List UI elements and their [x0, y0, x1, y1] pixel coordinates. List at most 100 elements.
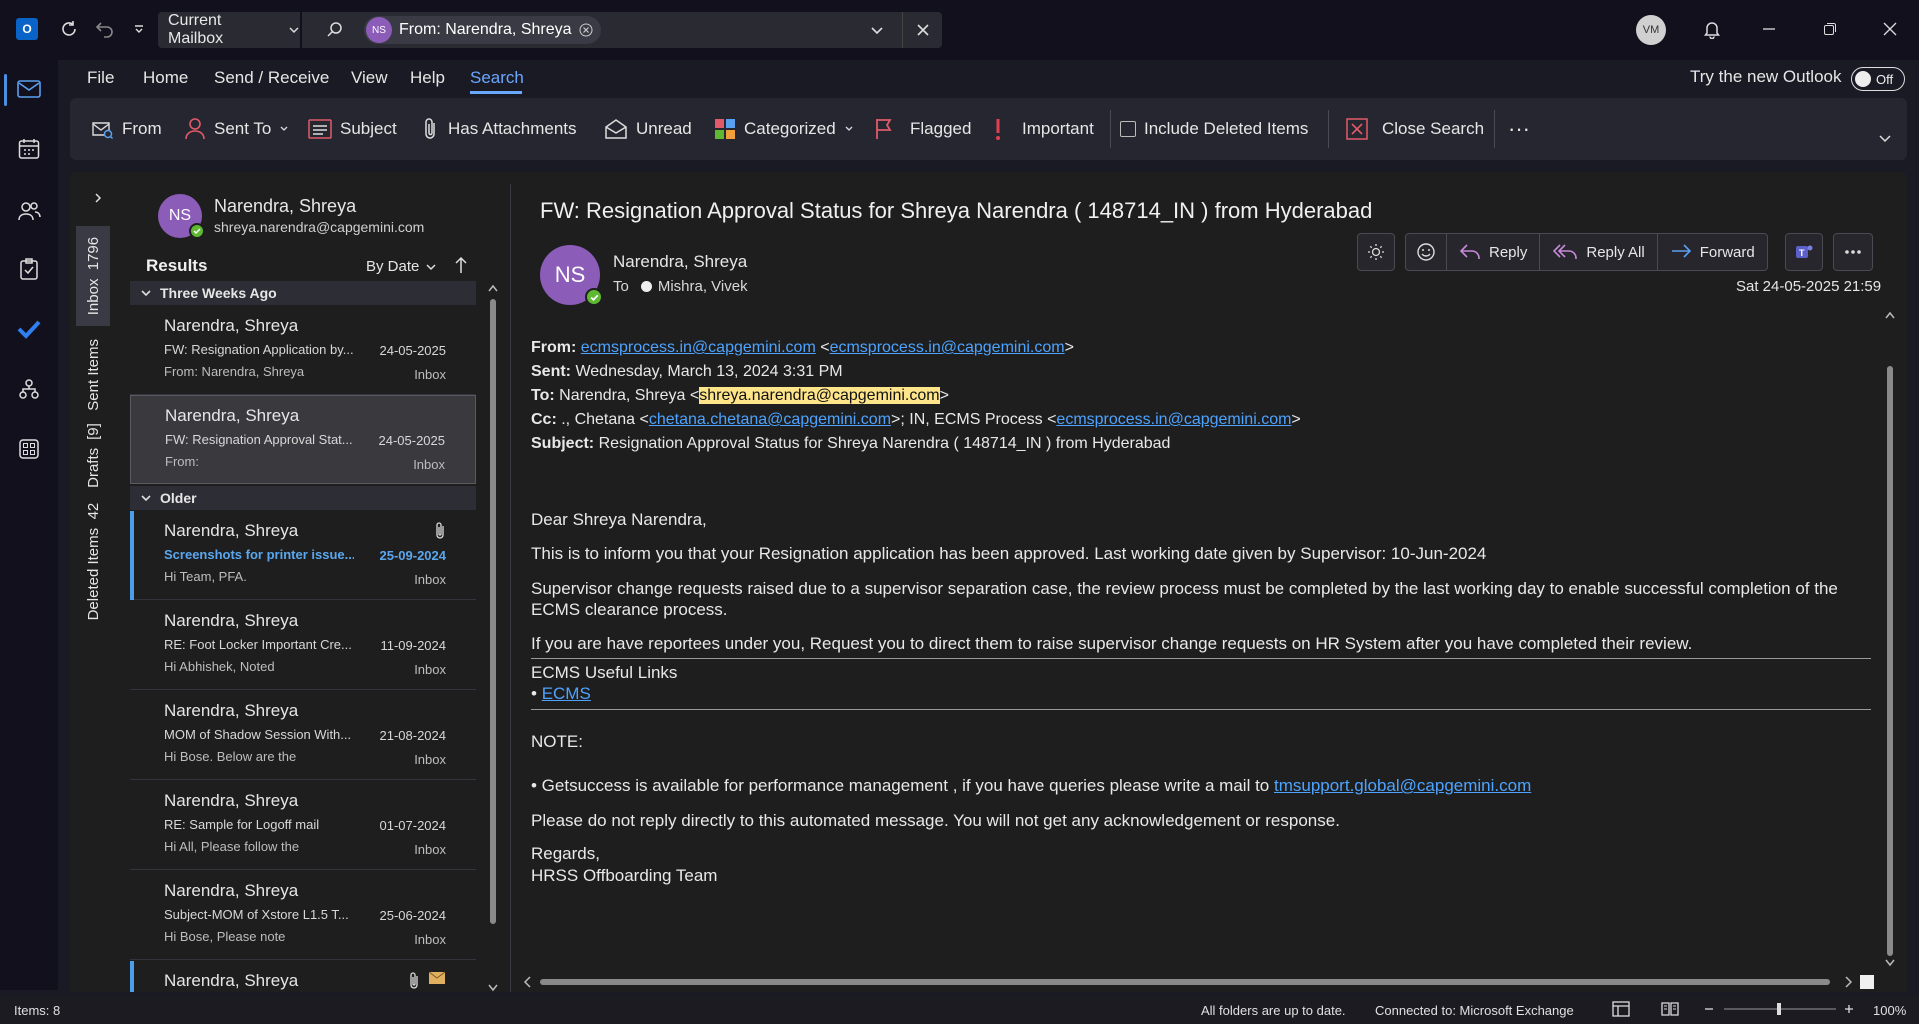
to-recipient[interactable]: Mishra, Vivek: [658, 278, 748, 295]
message-folder: Inbox: [414, 367, 446, 382]
reading-view-icon[interactable]: [1661, 1001, 1679, 1017]
reply-button[interactable]: Reply: [1447, 234, 1541, 270]
list-item-selected[interactable]: Narendra, Shreya FW: Resignation Approva…: [130, 395, 476, 484]
from-email-link[interactable]: ecmsprocess.in@capgemini.com: [581, 339, 816, 356]
message-list-scrollbar[interactable]: [487, 283, 499, 993]
list-item[interactable]: Narendra, Shreya FW: Resignation Applica…: [130, 306, 476, 395]
group-header-three-weeks-ago[interactable]: Three Weeks Ago: [130, 281, 476, 305]
zoom-slider[interactable]: [1702, 1001, 1856, 1017]
paperclip-icon: [410, 972, 418, 989]
presence-dot-icon: [640, 281, 652, 292]
chevron-down-icon: [426, 263, 436, 270]
sort-direction-arrow-icon[interactable]: [454, 256, 468, 274]
important-button[interactable]: Important: [992, 98, 1094, 160]
ecms-link[interactable]: ECMS: [542, 684, 591, 703]
message-subject: MOM of Shadow Session With...: [164, 727, 352, 742]
contact-avatar[interactable]: NS: [158, 194, 205, 239]
from-email-link[interactable]: ecmsprocess.in@capgemini.com: [830, 339, 1065, 356]
message-sender: Narendra, Shreya: [164, 881, 299, 900]
envelope-icon: [428, 971, 446, 984]
include-deleted-checkbox[interactable]: Include Deleted Items: [1120, 98, 1308, 160]
minimize-icon[interactable]: [1754, 14, 1784, 44]
list-item[interactable]: Narendra, Shreya Subject-MOM of Xstore L…: [130, 871, 476, 960]
list-item[interactable]: Narendra, Shreya: [130, 961, 476, 992]
menu-search[interactable]: Search: [470, 68, 524, 90]
forward-label: Forward: [1699, 243, 1755, 261]
restore-icon[interactable]: [1815, 14, 1845, 44]
cc-label: Cc:: [531, 411, 557, 428]
expand-folder-pane-icon[interactable]: [92, 192, 104, 204]
search-scope-dropdown[interactable]: Current Mailbox: [158, 12, 300, 48]
chevron-down-icon: [289, 27, 299, 34]
ribbon-expand-icon[interactable]: [1878, 132, 1892, 146]
pane-divider[interactable]: [510, 184, 511, 992]
folder-sent-items[interactable]: Sent Items: [76, 332, 110, 418]
reading-horizontal-scrollbar[interactable]: [522, 974, 1874, 990]
search-options-chevron-icon[interactable]: [870, 24, 884, 38]
close-window-icon[interactable]: [1875, 14, 1905, 44]
apps-grid-icon[interactable]: [12, 432, 46, 466]
new-outlook-toggle[interactable]: Off: [1851, 67, 1905, 91]
message-date: 11-09-2024: [380, 638, 446, 653]
message-sender: Narendra, Shreya: [164, 701, 299, 720]
close-search-icon: [1346, 118, 1368, 140]
subject-button[interactable]: Subject: [308, 98, 397, 160]
from-button[interactable]: From: [90, 98, 162, 160]
sent-to-button[interactable]: Sent To: [184, 98, 289, 160]
folder-drafts[interactable]: Drafts [9]: [76, 422, 110, 488]
folder-inbox[interactable]: Inbox 1796: [76, 226, 110, 326]
flagged-button[interactable]: Flagged: [874, 98, 971, 160]
calendar-icon[interactable]: [12, 132, 46, 166]
org-chart-icon[interactable]: [12, 372, 46, 406]
list-item[interactable]: Narendra, Shreya MOM of Shadow Session W…: [130, 691, 476, 780]
menu-active-underline: [470, 91, 522, 94]
search-filter-chip[interactable]: NS From: Narendra, Shreya: [364, 16, 601, 44]
list-item[interactable]: Narendra, Shreya Screenshots for printer…: [130, 511, 476, 600]
reading-sender-name[interactable]: Narendra, Shreya: [613, 252, 747, 272]
normal-view-icon[interactable]: [1612, 1001, 1630, 1017]
menu-send-receive[interactable]: Send / Receive: [214, 68, 329, 90]
more-actions-button[interactable]: [1833, 233, 1873, 271]
body-paragraph: Supervisor change requests raised due to…: [531, 579, 1838, 619]
people-icon[interactable]: [12, 194, 46, 228]
search-input[interactable]: NS From: Narendra, Shreya: [302, 12, 942, 48]
cc-email-link[interactable]: ecmsprocess.in@capgemini.com: [1056, 411, 1291, 428]
menu-home[interactable]: Home: [143, 68, 188, 90]
unread-button[interactable]: Unread: [604, 98, 692, 160]
cc-email-link[interactable]: chetana.chetana@capgemini.com: [649, 411, 891, 428]
todo-check-icon[interactable]: [12, 312, 46, 346]
categorized-button[interactable]: Categorized: [714, 98, 854, 160]
menu-view[interactable]: View: [351, 68, 388, 90]
mail-icon[interactable]: [12, 72, 46, 106]
close-search-button[interactable]: Close Search: [1346, 98, 1484, 160]
chip-remove-icon[interactable]: [579, 23, 593, 37]
theme-toggle-button[interactable]: [1357, 233, 1395, 271]
reply-all-button[interactable]: Reply All: [1540, 234, 1658, 270]
forward-button[interactable]: Forward: [1658, 234, 1767, 270]
signature-team: HRSS Offboarding Team: [531, 866, 718, 885]
message-date: 25-09-2024: [379, 548, 447, 563]
emoji-reaction-button[interactable]: [1406, 234, 1447, 270]
list-item[interactable]: Narendra, Shreya RE: Sample for Logoff m…: [130, 781, 476, 870]
from-label: From:: [531, 339, 577, 356]
menu-help[interactable]: Help: [410, 68, 445, 90]
group-header-older[interactable]: Older: [130, 486, 476, 510]
header-to: To: Narendra, Shreya <shreya.narendra@ca…: [531, 387, 949, 404]
tasks-icon[interactable]: [12, 252, 46, 286]
folder-deleted-items[interactable]: Deleted Items 42: [76, 494, 110, 630]
sender-avatar[interactable]: NS: [540, 245, 603, 306]
user-avatar[interactable]: VM: [1636, 15, 1666, 45]
more-options-button[interactable]: ···: [1508, 98, 1530, 160]
sort-dropdown[interactable]: By Date: [366, 258, 437, 275]
list-item[interactable]: Narendra, Shreya RE: Foot Locker Importa…: [130, 601, 476, 690]
bell-icon[interactable]: [1697, 14, 1727, 44]
sync-icon[interactable]: [54, 14, 84, 44]
has-attachments-button[interactable]: Has Attachments: [422, 98, 577, 160]
quick-access-dropdown-icon[interactable]: [124, 14, 154, 44]
undo-icon[interactable]: [90, 14, 120, 44]
reading-vertical-scrollbar[interactable]: [1884, 310, 1896, 970]
tmsupport-link[interactable]: tmsupport.global@capgemini.com: [1274, 776, 1531, 795]
teams-share-button[interactable]: T: [1785, 233, 1823, 271]
menu-file[interactable]: File: [87, 68, 114, 90]
clear-search-icon[interactable]: [916, 23, 930, 37]
